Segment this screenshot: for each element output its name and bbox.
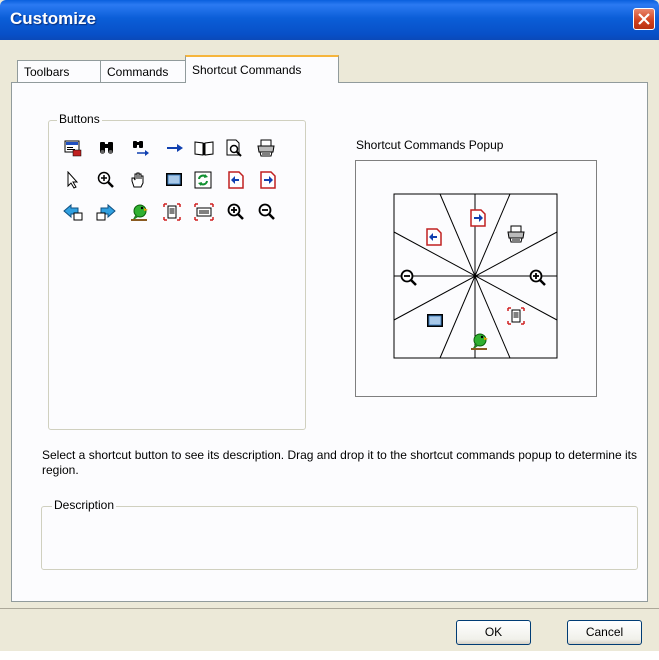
pointer-icon[interactable] <box>63 170 83 190</box>
popup-next-page-icon[interactable] <box>468 208 488 228</box>
arrow-right-icon[interactable] <box>165 138 185 158</box>
zoom-in-icon[interactable] <box>226 202 246 222</box>
previous-page-icon[interactable] <box>226 170 246 190</box>
cancel-button[interactable]: Cancel <box>567 620 642 645</box>
fit-page-icon[interactable] <box>162 202 182 222</box>
find-next-icon[interactable] <box>131 138 151 158</box>
tab-label: Commands <box>107 65 169 79</box>
buttons-group <box>48 120 306 430</box>
popup-printer-icon[interactable] <box>506 224 526 244</box>
shortcut-popup[interactable] <box>356 161 596 396</box>
description-text <box>52 522 627 562</box>
window-title: Customize <box>10 9 96 28</box>
popup-zoom-in-icon[interactable] <box>528 268 548 288</box>
popup-full-screen-icon[interactable] <box>425 311 445 331</box>
tab-toolbars[interactable]: Toolbars <box>17 60 101 82</box>
zoom-region-icon[interactable] <box>96 170 116 190</box>
shortcut-popup-frame <box>355 160 597 397</box>
description-group-label: Description <box>52 498 117 512</box>
title-bar[interactable]: Customize <box>0 0 659 40</box>
popup-label: Shortcut Commands Popup <box>356 138 504 152</box>
back-icon[interactable] <box>63 202 83 222</box>
tab-commands[interactable]: Commands <box>100 60 186 82</box>
parrot-icon[interactable] <box>129 202 149 222</box>
popup-fit-page-icon[interactable] <box>506 306 526 326</box>
tab-label: Shortcut Commands <box>192 63 302 77</box>
instructions-text: Select a shortcut button to see its desc… <box>42 448 637 477</box>
hand-icon[interactable] <box>129 170 149 190</box>
buttons-group-label: Buttons <box>57 112 102 126</box>
footer-separator <box>0 608 659 609</box>
print-preview-icon[interactable] <box>224 138 244 158</box>
forward-icon[interactable] <box>96 202 116 222</box>
tab-shortcut-commands[interactable]: Shortcut Commands <box>185 55 339 83</box>
zoom-out-icon[interactable] <box>257 202 277 222</box>
customize-dialog: Customize Toolbars Commands Shortcut Com… <box>0 0 659 651</box>
fit-width-icon[interactable] <box>194 202 214 222</box>
close-icon <box>638 13 650 25</box>
printer-icon[interactable] <box>256 138 276 158</box>
refresh-page-icon[interactable] <box>193 170 213 190</box>
close-button[interactable] <box>633 8 655 30</box>
next-page-icon[interactable] <box>258 170 278 190</box>
popup-parrot-icon[interactable] <box>469 331 489 351</box>
binoculars-icon[interactable] <box>97 138 117 158</box>
template-icon[interactable] <box>63 138 83 158</box>
popup-zoom-out-icon[interactable] <box>399 268 419 288</box>
ok-button[interactable]: OK <box>456 620 531 645</box>
book-icon[interactable] <box>194 138 214 158</box>
full-screen-icon[interactable] <box>164 170 184 190</box>
popup-previous-page-icon[interactable] <box>424 227 444 247</box>
tab-label: Toolbars <box>24 65 70 79</box>
